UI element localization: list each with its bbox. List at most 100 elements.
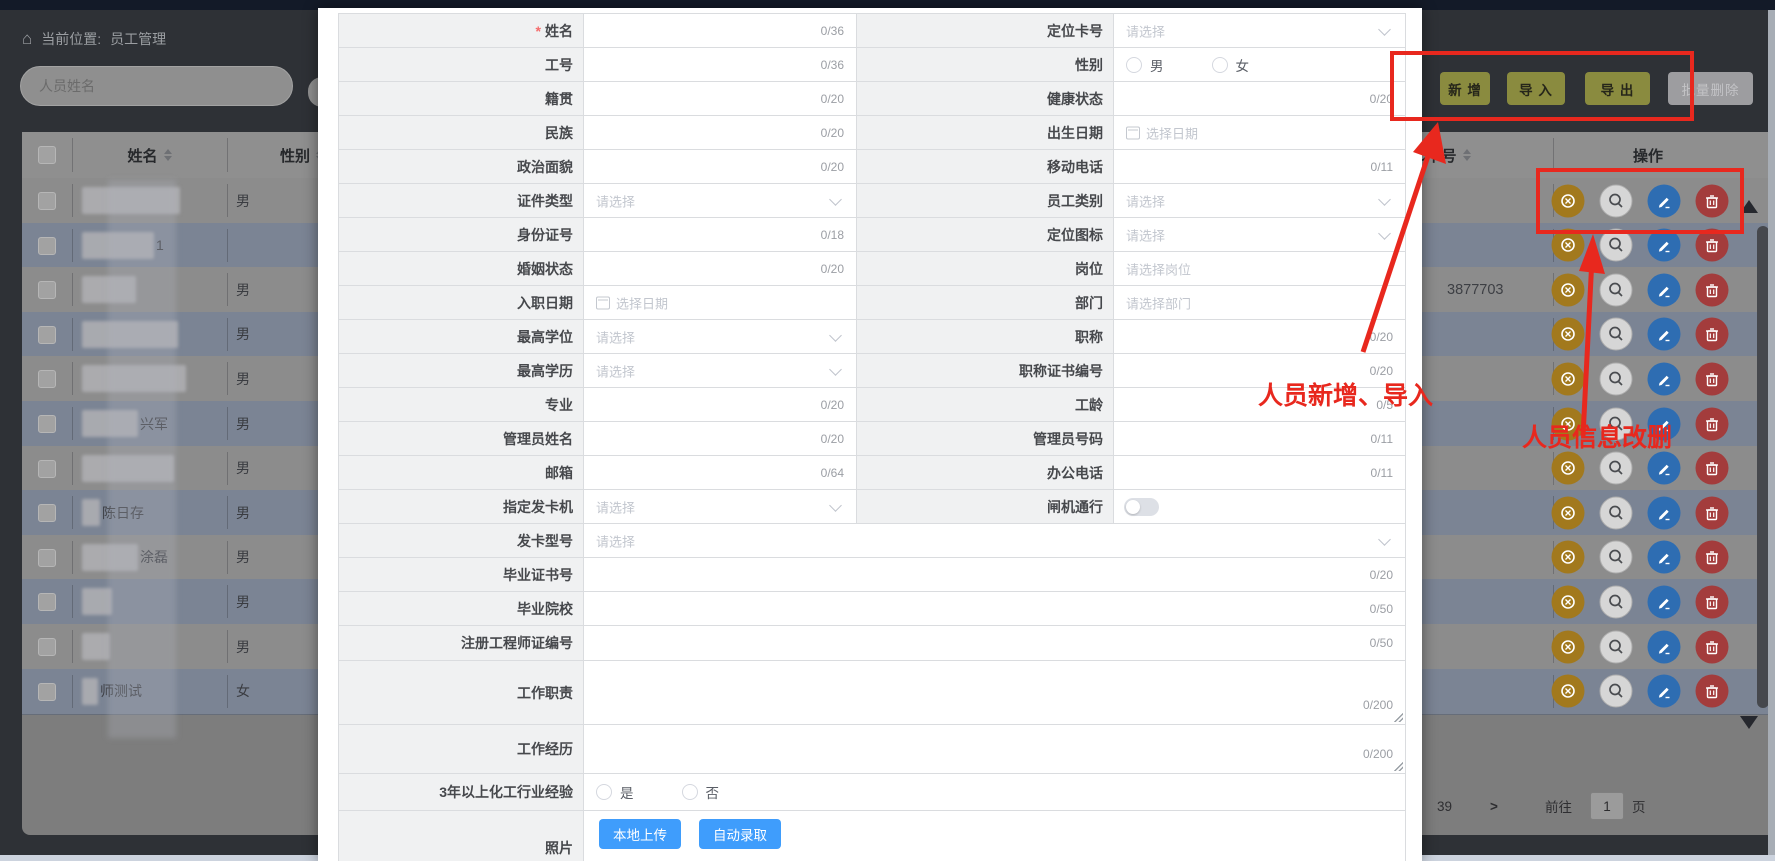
row-checkbox[interactable] — [38, 237, 56, 255]
row-checkbox[interactable] — [38, 326, 56, 344]
row-action-card-circle-button[interactable] — [1552, 273, 1585, 306]
scroll-up-icon[interactable] — [1740, 200, 1758, 213]
row-action-magnifier-view-button[interactable] — [1600, 318, 1633, 351]
row-action-card-circle-button[interactable] — [1552, 541, 1585, 574]
locator-icon-field[interactable]: 请选择 — [1114, 218, 1405, 251]
chemical-industry-experience-radio[interactable]: 是 — [596, 782, 634, 802]
row-checkbox[interactable] — [38, 638, 56, 656]
batch-delete-button[interactable]: 批量删除 — [1668, 72, 1753, 105]
card-issuer-field[interactable]: 请选择 — [584, 490, 856, 523]
import-button[interactable]: 导 入 — [1507, 72, 1565, 105]
row-action-card-circle-button[interactable] — [1552, 362, 1585, 395]
sort-carets-icon[interactable] — [1463, 149, 1471, 161]
row-checkbox[interactable] — [38, 192, 56, 210]
resize-handle-icon[interactable] — [1393, 761, 1403, 771]
row-action-trash-delete-button[interactable] — [1696, 630, 1729, 663]
chemical-industry-experience-radio[interactable]: 否 — [682, 782, 720, 802]
row-action-trash-delete-button[interactable] — [1696, 362, 1729, 395]
row-action-pencil-edit-button[interactable] — [1648, 541, 1681, 574]
row-action-card-circle-button[interactable] — [1552, 452, 1585, 485]
row-checkbox[interactable] — [38, 370, 56, 388]
row-action-magnifier-view-button[interactable] — [1600, 362, 1633, 395]
admin-number-field[interactable]: 0/11 — [1114, 422, 1405, 455]
email-field[interactable]: 0/64 — [584, 456, 856, 489]
row-action-magnifier-view-button[interactable] — [1600, 541, 1633, 574]
row-action-pencil-edit-button[interactable] — [1648, 585, 1681, 618]
pagination-page-39[interactable]: 39 — [1437, 793, 1452, 819]
card-model-field[interactable]: 请选择 — [584, 524, 1405, 557]
mobile-phone-field[interactable]: 0/11 — [1114, 150, 1405, 183]
hire-date-field[interactable]: 选择日期 — [584, 286, 856, 319]
row-action-trash-delete-button[interactable] — [1696, 452, 1729, 485]
row-action-trash-delete-button[interactable] — [1696, 541, 1729, 574]
row-action-pencil-edit-button[interactable] — [1648, 630, 1681, 663]
window-scrollbar[interactable] — [1768, 10, 1775, 855]
row-action-magnifier-view-button[interactable] — [1600, 184, 1633, 217]
major-field[interactable]: 0/20 — [584, 388, 856, 421]
row-action-pencil-edit-button[interactable] — [1648, 184, 1681, 217]
department-field[interactable]: 请选择部门 — [1114, 286, 1405, 319]
name-field[interactable]: 0/36 — [584, 14, 856, 47]
registered-engineer-cert-no-field[interactable]: 0/50 — [584, 626, 1405, 660]
column-header-name[interactable]: 姓名 — [72, 132, 227, 178]
highest-education-field[interactable]: 请选择 — [584, 354, 856, 387]
graduate-school-field[interactable]: 0/50 — [584, 592, 1405, 625]
political-status-field[interactable]: 0/20 — [584, 150, 856, 183]
pagination-next-icon[interactable]: > — [1490, 793, 1498, 819]
row-checkbox[interactable] — [38, 415, 56, 433]
sort-carets-icon[interactable] — [164, 149, 172, 161]
locator-card-field[interactable]: 请选择 — [1114, 14, 1405, 47]
office-phone-field[interactable]: 0/11 — [1114, 456, 1405, 489]
row-action-trash-delete-button[interactable] — [1696, 585, 1729, 618]
scroll-down-icon[interactable] — [1740, 716, 1758, 729]
photo-field[interactable]: 本地上传自动录取 — [584, 811, 1405, 861]
employee-category-field[interactable]: 请选择 — [1114, 184, 1405, 217]
row-checkbox[interactable] — [38, 460, 56, 478]
row-action-pencil-edit-button[interactable] — [1648, 675, 1681, 708]
id-type-field[interactable]: 请选择 — [584, 184, 856, 217]
row-action-magnifier-view-button[interactable] — [1600, 229, 1633, 262]
diploma-no-field[interactable]: 0/20 — [584, 558, 1405, 591]
row-action-magnifier-view-button[interactable] — [1600, 452, 1633, 485]
row-action-trash-delete-button[interactable] — [1696, 407, 1729, 440]
row-action-card-circle-button[interactable] — [1552, 496, 1585, 529]
row-action-trash-delete-button[interactable] — [1696, 184, 1729, 217]
id-number-field[interactable]: 0/18 — [584, 218, 856, 251]
row-action-trash-delete-button[interactable] — [1696, 229, 1729, 262]
gender-radio[interactable]: 男 — [1126, 55, 1164, 75]
gender-radio[interactable]: 女 — [1212, 55, 1250, 75]
highest-degree-field[interactable]: 请选择 — [584, 320, 856, 353]
row-action-pencil-edit-button[interactable] — [1648, 496, 1681, 529]
row-action-magnifier-view-button[interactable] — [1600, 496, 1633, 529]
health-status-field[interactable]: 0/20 — [1114, 82, 1405, 115]
pagination-goto-input[interactable]: 1 — [1590, 793, 1624, 819]
row-action-card-circle-button[interactable] — [1552, 229, 1585, 262]
gate-pass-field[interactable] — [1114, 490, 1405, 523]
admin-name-field[interactable]: 0/20 — [584, 422, 856, 455]
row-action-trash-delete-button[interactable] — [1696, 318, 1729, 351]
row-action-card-circle-button[interactable] — [1552, 184, 1585, 217]
row-action-magnifier-view-button[interactable] — [1600, 585, 1633, 618]
row-checkbox[interactable] — [38, 281, 56, 299]
select-all-checkbox[interactable] — [38, 146, 56, 164]
native-place-field[interactable]: 0/20 — [584, 82, 856, 115]
export-button[interactable]: 导 出 — [1585, 72, 1650, 105]
chemical-industry-experience-field[interactable]: 是否 — [584, 774, 1405, 810]
post-field[interactable]: 请选择岗位 — [1114, 252, 1405, 285]
row-action-trash-delete-button[interactable] — [1696, 273, 1729, 306]
marital-status-field[interactable]: 0/20 — [584, 252, 856, 285]
row-action-pencil-edit-button[interactable] — [1648, 273, 1681, 306]
row-action-pencil-edit-button[interactable] — [1648, 362, 1681, 395]
gender-field[interactable]: 男女 — [1114, 48, 1405, 81]
worker-id-field[interactable]: 0/36 — [584, 48, 856, 81]
local-upload-button[interactable]: 本地上传 — [599, 819, 681, 849]
row-checkbox[interactable] — [38, 549, 56, 567]
gate-pass-toggle[interactable] — [1124, 498, 1159, 516]
birth-date-field[interactable]: 选择日期 — [1114, 116, 1405, 149]
row-action-magnifier-view-button[interactable] — [1600, 273, 1633, 306]
row-action-pencil-edit-button[interactable] — [1648, 229, 1681, 262]
row-action-pencil-edit-button[interactable] — [1648, 318, 1681, 351]
add-button[interactable]: 新 增 — [1440, 72, 1490, 105]
row-checkbox[interactable] — [38, 504, 56, 522]
work-experience-field[interactable]: 0/200 — [584, 725, 1405, 773]
